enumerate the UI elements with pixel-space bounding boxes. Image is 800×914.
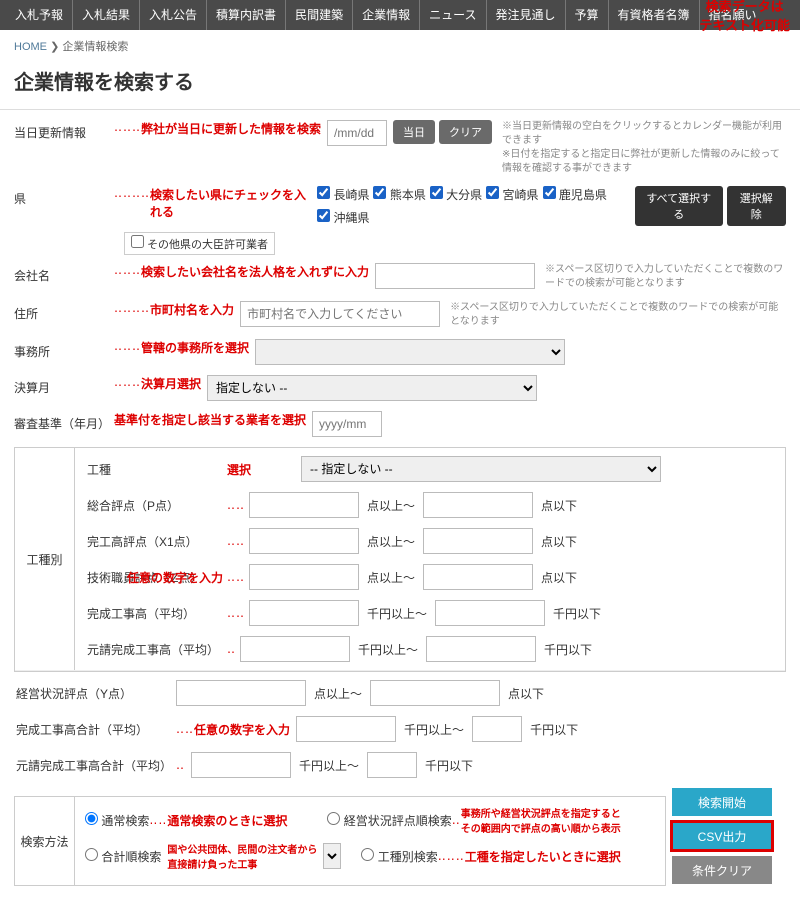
nav-item[interactable]: 有資格者名簿 (609, 0, 700, 30)
pref-check[interactable]: 鹿児島県 (543, 186, 607, 203)
hint-base: 基準付を指定し該当する業者を選択 (114, 411, 306, 428)
addr-input[interactable] (240, 301, 440, 327)
nav-item[interactable]: 入札結果 (73, 0, 140, 30)
pref-check[interactable]: 沖縄県 (317, 209, 369, 226)
frame-side: 工種別 (15, 448, 75, 670)
clear-conditions-button[interactable]: 条件クリア (672, 856, 772, 884)
y-min[interactable] (176, 680, 306, 706)
breadcrumb-home[interactable]: HOME (14, 41, 47, 53)
page-title: 企業情報を検索する (0, 62, 800, 110)
search-side: 検索方法 (15, 797, 75, 885)
hint-month: 決算月選択 (141, 375, 201, 392)
z-min[interactable] (249, 564, 359, 590)
breadcrumb: HOME ❯ 企業情報検索 (0, 30, 800, 62)
note-update: ※当日更新情報の空白をクリックするとカレンダー機能が利用できます ※日付を指定す… (502, 120, 786, 176)
nav-item[interactable]: 積算内訳書 (207, 0, 286, 30)
nav-item[interactable]: 予算 (566, 0, 609, 30)
y-max[interactable] (370, 680, 500, 706)
other-pref-check[interactable]: その他県の大臣許可業者 (124, 232, 275, 255)
x1-min[interactable] (249, 528, 359, 554)
hint-update: 弊社が当日に更新した情報を検索 (141, 120, 321, 137)
kan-max[interactable] (435, 600, 545, 626)
label-pref: 県 (14, 186, 114, 207)
hint-company: 検索したい会社名を法人格を入れずに入力 (141, 263, 369, 280)
total-select[interactable] (323, 843, 341, 869)
radio-total[interactable]: 合計順検索 (85, 848, 161, 865)
pref-check[interactable]: 宮崎県 (486, 186, 538, 203)
office-select[interactable] (255, 339, 565, 365)
pref-check[interactable]: 長崎県 (317, 186, 369, 203)
callout-csv: 検索データは テキスト化可能 (699, 0, 790, 34)
nav-item[interactable]: ニュース (420, 0, 486, 30)
label-month: 決算月 (14, 375, 114, 396)
select-all-button[interactable]: すべて選択する (635, 186, 723, 226)
label-update: 当日更新情報 (14, 120, 114, 141)
search-start-button[interactable]: 検索開始 (672, 788, 772, 816)
radio-normal[interactable]: 通常検索 (85, 812, 149, 829)
radio-type[interactable]: 工種別検索 (361, 848, 437, 865)
type-select[interactable]: -- 指定しない -- (301, 456, 661, 482)
company-input[interactable] (375, 263, 535, 289)
date-input[interactable] (327, 120, 387, 146)
csv-export-button[interactable]: CSV出力 (672, 822, 772, 850)
nav-item[interactable]: 入札予報 (6, 0, 73, 30)
today-button[interactable]: 当日 (393, 120, 435, 144)
month-select[interactable]: 指定しない -- (207, 375, 537, 401)
note-addr: ※スペース区切りで入力していただくことで複数のワードでの検索が可能となります (450, 301, 786, 329)
label-company: 会社名 (14, 263, 114, 284)
hint-office: 管轄の事務所を選択 (141, 339, 249, 356)
z-max[interactable] (423, 564, 533, 590)
note-company: ※スペース区切りで入力していただくことで複数のワードでの検索が可能となります (545, 263, 786, 291)
label-base: 審査基準（年月） (14, 411, 114, 432)
pref-check[interactable]: 熊本県 (373, 186, 425, 203)
moto-min[interactable] (240, 636, 350, 662)
moto-max[interactable] (426, 636, 536, 662)
p-max[interactable] (423, 492, 533, 518)
breadcrumb-current: 企業情報検索 (62, 41, 128, 53)
kan-min[interactable] (249, 600, 359, 626)
hint-pref: 検索したい県にチェックを入れる (150, 186, 311, 220)
label-office: 事務所 (14, 339, 114, 360)
mt-max[interactable] (367, 752, 417, 778)
deselect-button[interactable]: 選択解除 (727, 186, 786, 226)
base-input[interactable] (312, 411, 382, 437)
type-frame: 工種別 工種選択-- 指定しない -- 総合評点（P点）‥‥点以上～点以下 完工… (14, 447, 786, 672)
top-nav: 入札予報 入札結果 入札公告 積算内訳書 民間建築 企業情報 ニュース 発注見通… (0, 0, 800, 30)
radio-keiei[interactable]: 経営状況評点順検索 (327, 812, 451, 829)
clear-button[interactable]: クリア (439, 120, 492, 144)
kt-min[interactable] (296, 716, 396, 742)
nav-item[interactable]: 入札公告 (140, 0, 207, 30)
mt-min[interactable] (191, 752, 291, 778)
label-addr: 住所 (14, 301, 114, 322)
pref-check[interactable]: 大分県 (430, 186, 482, 203)
x1-max[interactable] (423, 528, 533, 554)
kt-max[interactable] (472, 716, 522, 742)
nav-item[interactable]: 民間建築 (286, 0, 353, 30)
nav-item[interactable]: 企業情報 (353, 0, 420, 30)
hint-addr: 市町村名を入力 (150, 301, 234, 318)
nav-item[interactable]: 発注見通し (487, 0, 566, 30)
p-min[interactable] (249, 492, 359, 518)
